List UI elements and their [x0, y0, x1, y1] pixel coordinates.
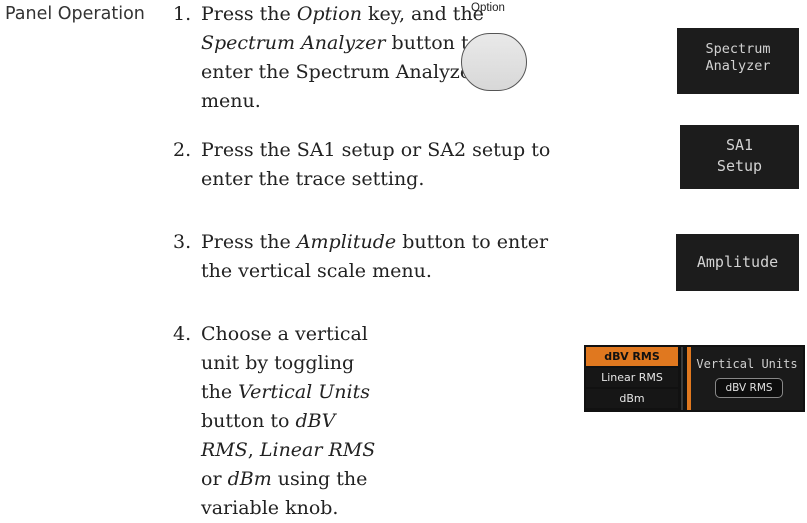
menu-divider	[681, 347, 683, 410]
unit-option-dbv-rms[interactable]: dBV RMS	[586, 347, 678, 366]
amplitude-softkey[interactable]: Amplitude	[676, 234, 799, 291]
vertical-units-value: dBV RMS	[715, 378, 783, 398]
softkey-label: Amplitude	[696, 253, 779, 271]
softkey-label-line1: SA1	[725, 136, 754, 154]
key-name: Spectrum Analyzer	[201, 32, 386, 54]
text-run: button to	[201, 410, 296, 432]
text-run: ,	[247, 439, 260, 461]
vertical-units-title: Vertical Units	[696, 357, 798, 371]
step-number: 1.	[173, 3, 192, 25]
key-name: Option	[296, 3, 362, 25]
unit-option-linear-rms[interactable]: Linear RMS	[586, 368, 678, 387]
softkey-label-line2: Setup	[716, 157, 763, 175]
vertical-units-menu: dBV RMS Linear RMS dBm Vertical Units dB…	[584, 345, 805, 412]
section-label: Panel Operation	[5, 4, 145, 24]
key-name: Vertical Units	[238, 381, 370, 403]
option-key-button[interactable]	[461, 33, 527, 91]
step-number: 3.	[173, 231, 192, 253]
sa1-setup-softkey[interactable]: SA1 Setup	[680, 125, 799, 189]
step-number: 2.	[173, 139, 192, 161]
text-run: Press the	[201, 231, 297, 253]
unit-option-dbm[interactable]: dBm	[586, 389, 678, 408]
option-key-label: Option	[471, 2, 505, 14]
vertical-units-softkey[interactable]: Vertical Units dBV RMS	[687, 347, 803, 410]
softkey-label-line2: Analyzer	[705, 58, 771, 74]
step-text: Press the SA1 setup or SA2 setup to ente…	[201, 136, 561, 194]
softkey-label-line1: Spectrum	[705, 41, 771, 57]
key-name: Amplitude	[296, 231, 397, 253]
step-text: Press the Option key, and the Spectrum A…	[201, 0, 501, 116]
step-text: Press the Amplitude button to enter the …	[201, 228, 571, 286]
unit-name: Linear RMS	[259, 439, 376, 461]
step-number: 4.	[173, 323, 192, 345]
spectrum-analyzer-softkey[interactable]: Spectrum Analyzer	[677, 28, 799, 94]
text-run: Press the SA1 setup or SA2 setup to ente…	[201, 139, 551, 190]
unit-option-list: dBV RMS Linear RMS dBm	[586, 347, 678, 410]
unit-name: dBm	[227, 468, 272, 490]
text-run: Press the	[201, 3, 297, 25]
text-run: or	[201, 468, 228, 490]
step-text: Choose a vertical unit by toggling the V…	[201, 320, 391, 523]
text-run: key, and the	[361, 3, 484, 25]
